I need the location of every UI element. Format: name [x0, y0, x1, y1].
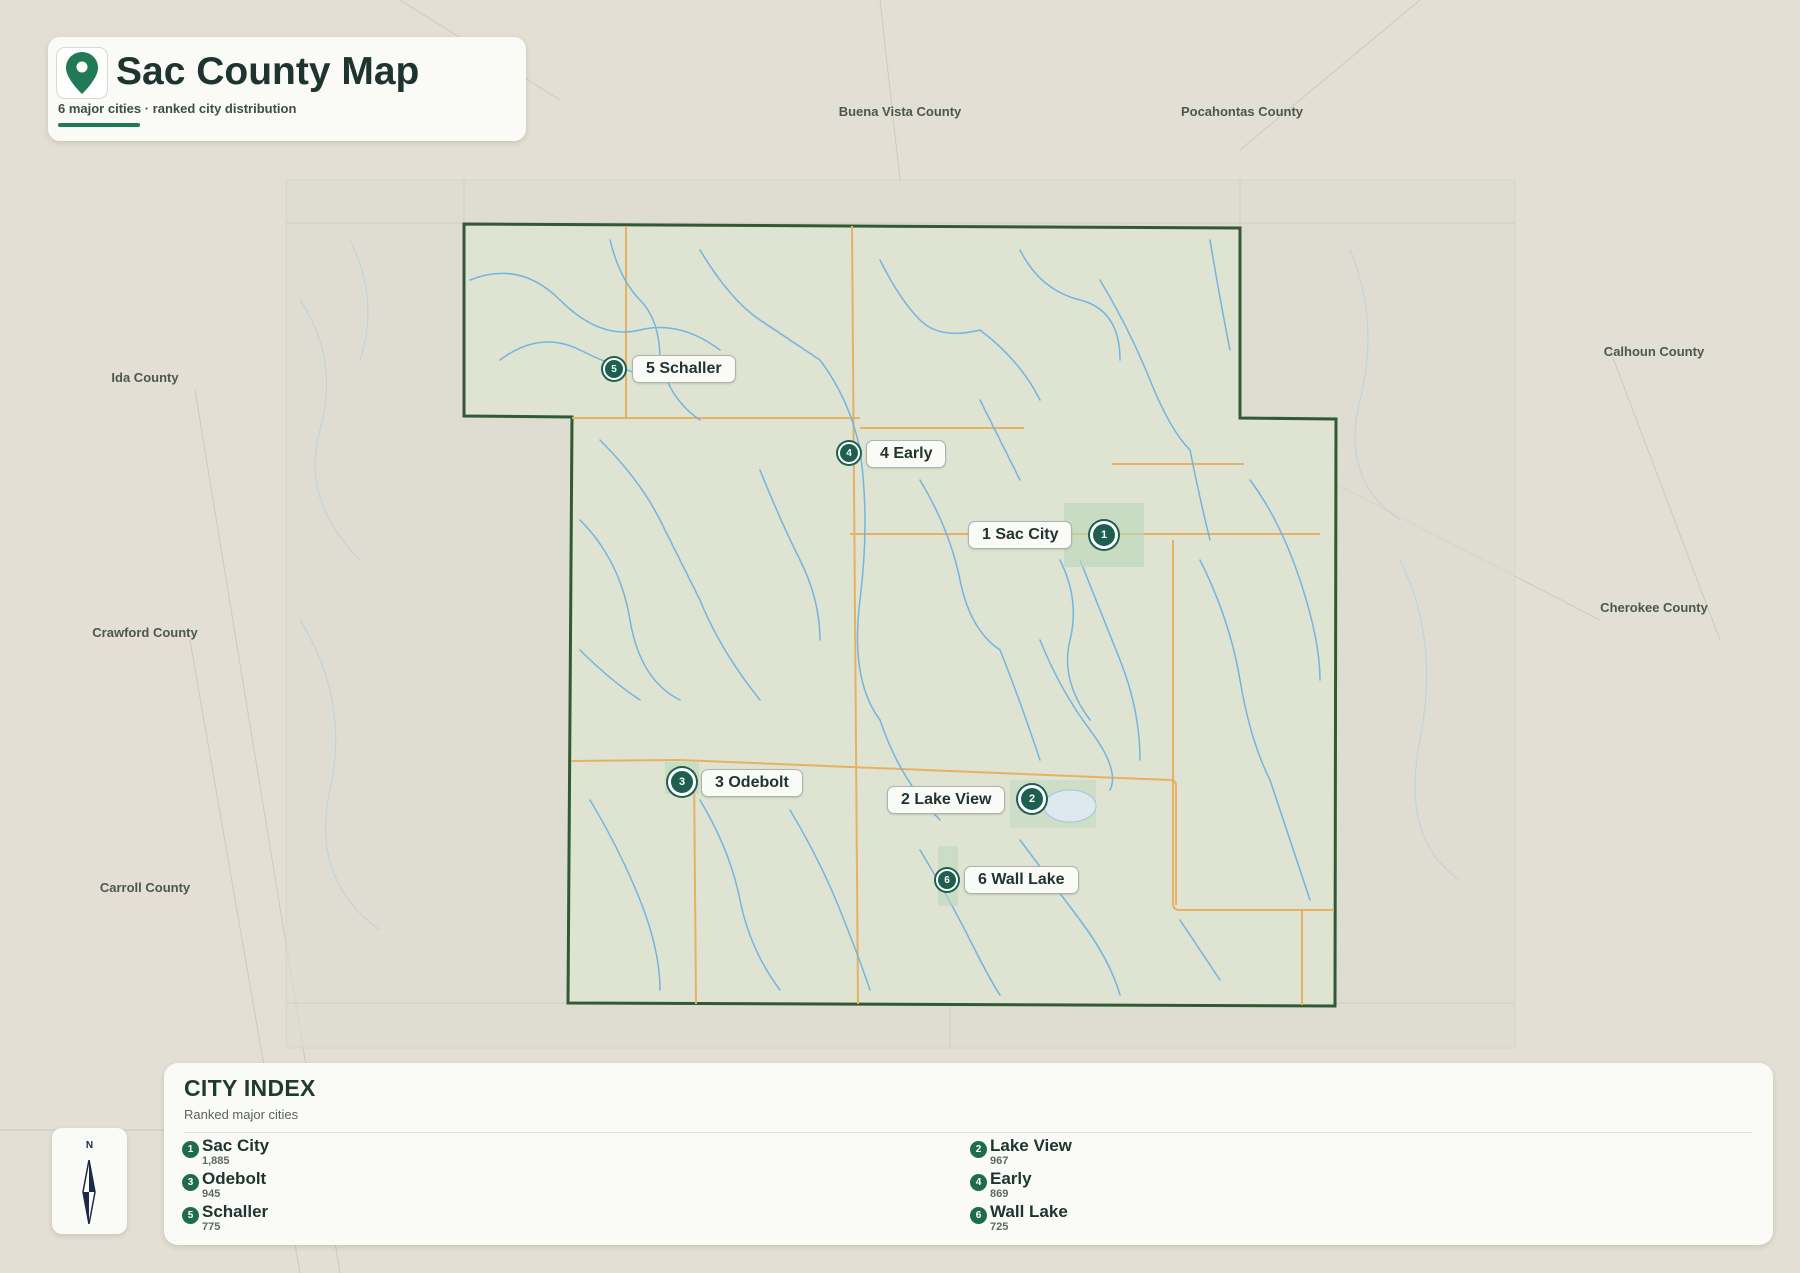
- index-city-population: 967: [990, 1155, 1009, 1167]
- city-label-sac-city[interactable]: 1 Sac City: [968, 521, 1073, 549]
- map-pin-icon: [56, 47, 108, 99]
- index-subtitle: Ranked major cities: [184, 1107, 299, 1122]
- index-rank-badge: 1: [182, 1141, 199, 1158]
- city-marker-sac-city[interactable]: 1: [1090, 521, 1118, 549]
- index-rank-badge: 2: [970, 1141, 987, 1158]
- compass-label: N: [85, 1140, 94, 1151]
- neighbor-county-label: Carroll County: [99, 880, 191, 895]
- compass: N: [52, 1128, 127, 1234]
- neighbor-county-label: Ida County: [111, 370, 179, 385]
- index-city-name: Schaller: [202, 1202, 269, 1221]
- city-index-panel: CITY INDEX Ranked major cities 1 Sac Cit…: [164, 1063, 1773, 1245]
- city-marker-lake-view[interactable]: 2: [1018, 785, 1046, 813]
- index-city-population: 775: [202, 1221, 221, 1233]
- city-label-odebolt[interactable]: 3 Odebolt: [701, 769, 803, 797]
- city-label-early[interactable]: 4 Early: [866, 440, 947, 468]
- neighbor-county-label: Cherokee County: [1600, 600, 1708, 615]
- neighbor-county-label: Buena Vista County: [838, 104, 962, 119]
- city-marker-early[interactable]: 4: [838, 442, 860, 464]
- index-title: CITY INDEX: [184, 1075, 316, 1101]
- index-city-name: Odebolt: [202, 1169, 267, 1188]
- city-marker-odebolt[interactable]: 3: [668, 768, 696, 796]
- index-city-population: 1,885: [202, 1155, 230, 1167]
- index-city-population: 945: [202, 1188, 221, 1200]
- index-city-name: Lake View: [990, 1136, 1072, 1155]
- index-city-population: 725: [990, 1221, 1009, 1233]
- north-arrow-icon: [82, 1160, 96, 1224]
- index-city-name: Early: [990, 1169, 1032, 1188]
- index-rank-badge: 5: [182, 1207, 199, 1224]
- city-label-wall-lake[interactable]: 6 Wall Lake: [964, 866, 1079, 894]
- neighbor-county-label: Crawford County: [92, 625, 198, 640]
- lake-shape: [1043, 789, 1097, 823]
- city-marker-schaller[interactable]: 5: [603, 358, 625, 380]
- page-subtitle: 6 major cities · ranked city distributio…: [58, 101, 297, 116]
- neighbor-county-label: Calhoun County: [1603, 344, 1705, 359]
- index-rank-badge: 6: [970, 1207, 987, 1224]
- city-label-lake-view[interactable]: 2 Lake View: [887, 786, 1006, 814]
- page-title: Sac County Map: [116, 50, 420, 93]
- index-rank-badge: 4: [970, 1174, 987, 1191]
- index-city-population: 869: [990, 1188, 1009, 1200]
- index-city-name: Sac City: [202, 1136, 270, 1155]
- title-card: Sac County Map 6 major cities · ranked c…: [48, 37, 526, 141]
- county-boundary: [462, 222, 1338, 1008]
- index-rank-badge: 3: [182, 1174, 199, 1191]
- index-city-name: Wall Lake: [990, 1202, 1068, 1221]
- neighbor-county-label: Pocahontas County: [1180, 104, 1304, 119]
- city-marker-wall-lake[interactable]: 6: [936, 869, 958, 891]
- city-label-schaller[interactable]: 5 Schaller: [632, 355, 736, 383]
- title-accent-rule: [58, 123, 140, 127]
- index-divider: [184, 1132, 1752, 1133]
